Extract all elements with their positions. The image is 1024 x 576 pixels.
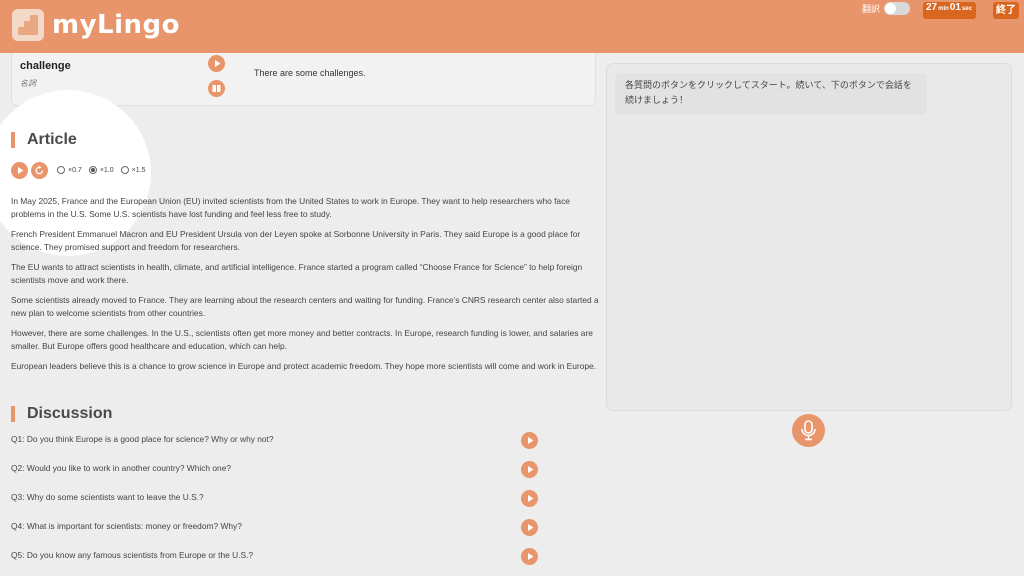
book-icon xyxy=(212,85,221,92)
article-play-button[interactable] xyxy=(11,162,28,179)
article-paragraph: The EU wants to attract scientists in he… xyxy=(11,262,583,285)
discussion-title: Discussion xyxy=(27,405,113,422)
logo-icon xyxy=(12,9,44,41)
play-icon xyxy=(528,524,534,531)
discussion-question-3: Q3: Why do some scientists want to leave… xyxy=(11,492,204,502)
timer-minutes: 27 xyxy=(926,2,938,13)
article-title: Article xyxy=(27,131,77,148)
discussion-heading: Discussion xyxy=(11,405,112,423)
article-body: In May 2025, France and the European Uni… xyxy=(11,195,601,380)
vocab-book-button[interactable] xyxy=(208,80,225,97)
speed-radio-selected[interactable] xyxy=(88,166,97,174)
play-icon xyxy=(528,466,534,473)
speed-label: ×1.5 xyxy=(131,166,146,174)
speed-radio[interactable] xyxy=(120,166,129,174)
article-paragraph: In May 2025, France and the European Uni… xyxy=(11,196,570,219)
timer-seconds: 01 xyxy=(949,2,961,13)
article-paragraph: Some scientists already moved to France.… xyxy=(11,295,599,318)
play-icon xyxy=(528,437,534,444)
article-paragraph: European leaders believe this is a chanc… xyxy=(11,361,597,371)
timer-sec-unit: sec xyxy=(961,6,972,12)
speed-label: ×0.7 xyxy=(68,166,82,174)
end-session-button[interactable]: 終了 xyxy=(993,2,1019,19)
vocab-part-of-speech: 名詞 xyxy=(20,79,36,88)
discussion-question-5: Q5: Do you know any famous scientists fr… xyxy=(11,550,254,560)
app-logo[interactable]: myLingo xyxy=(12,9,180,41)
chat-panel: 各質問のボタンをクリックしてスタート。続いて、下のボタンで会話を続けましょう！ xyxy=(606,63,1012,411)
question-5-play-button[interactable] xyxy=(521,548,538,565)
speed-option-1-5[interactable]: ×1.5 xyxy=(120,166,146,174)
article-heading: Article xyxy=(11,131,77,149)
speed-radio[interactable] xyxy=(57,166,65,174)
chat-message-bubble: 各質問のボタンをクリックしてスタート。続いて、下のボタンで会話を続けましょう！ xyxy=(615,73,927,115)
speed-option-0-7[interactable]: ×0.7 xyxy=(57,166,82,174)
question-3-play-button[interactable] xyxy=(521,490,538,507)
article-replay-button[interactable] xyxy=(31,162,48,179)
heading-accent-bar xyxy=(11,132,15,148)
play-icon xyxy=(528,553,534,560)
discussion-question-4: Q4: What is important for scientists: mo… xyxy=(11,521,242,531)
translate-label: 翻訳 xyxy=(862,4,881,14)
translate-toggle[interactable] xyxy=(884,2,911,15)
speed-option-1-0[interactable]: ×1.0 xyxy=(88,166,114,174)
vocab-word: challenge xyxy=(20,60,71,72)
app-header: myLingo 翻訳 27 min 01 sec 終了 xyxy=(0,0,1024,53)
vocab-example-sentence: There are some challenges. xyxy=(254,68,366,78)
article-paragraph: French President Emmanuel Macron and EU … xyxy=(11,229,581,252)
question-4-play-button[interactable] xyxy=(521,519,538,536)
vocab-play-button[interactable] xyxy=(208,55,225,72)
replay-icon xyxy=(35,165,44,175)
speed-label: ×1.0 xyxy=(99,166,114,174)
translate-toggle-group: 翻訳 xyxy=(862,2,911,15)
discussion-question-1: Q1: Do you think Europe is a good place … xyxy=(11,434,274,444)
play-icon xyxy=(528,495,534,502)
play-icon xyxy=(215,60,221,67)
app-name: myLingo xyxy=(52,10,181,40)
article-paragraph: However, there are some challenges. In t… xyxy=(11,328,593,351)
discussion-question-2: Q2: Would you like to work in another co… xyxy=(11,463,232,473)
microphone-button[interactable] xyxy=(792,414,825,447)
session-timer: 27 min 01 sec xyxy=(923,2,976,19)
question-1-play-button[interactable] xyxy=(521,432,538,449)
play-icon xyxy=(18,167,24,174)
speed-selector: ×0.7 ×1.0 ×1.5 xyxy=(57,166,152,174)
heading-accent-bar xyxy=(11,406,15,422)
question-2-play-button[interactable] xyxy=(521,461,538,478)
timer-min-unit: min xyxy=(938,6,949,12)
microphone-icon xyxy=(801,420,816,441)
